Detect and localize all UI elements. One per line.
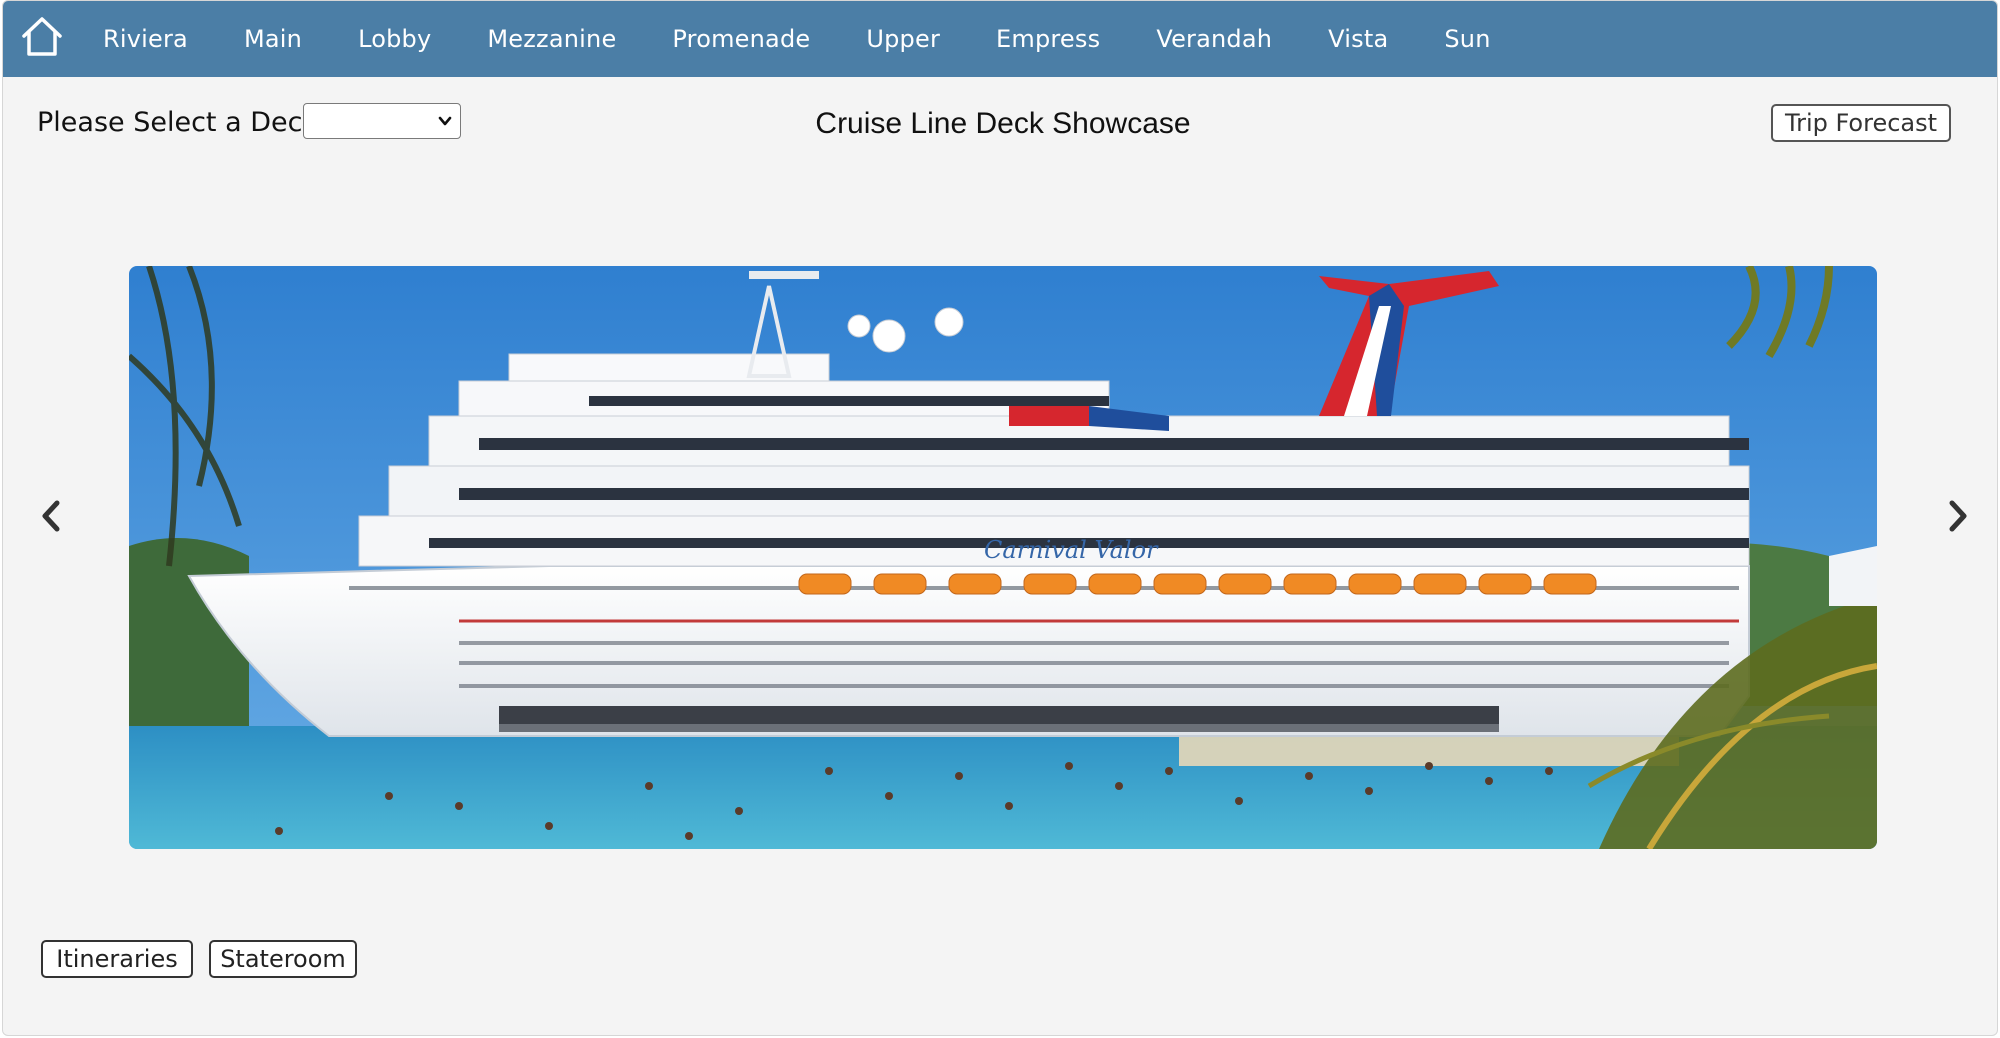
nav-item-verandah[interactable]: Verandah xyxy=(1156,25,1272,53)
chevron-down-icon xyxy=(438,116,452,126)
chevron-right-icon[interactable] xyxy=(1938,491,1978,541)
nav-item-empress[interactable]: Empress xyxy=(996,25,1100,53)
nav-item-mezzanine[interactable]: Mezzanine xyxy=(487,25,616,53)
deck-select-dropdown[interactable] xyxy=(303,103,461,139)
nav-item-promenade[interactable]: Promenade xyxy=(672,25,810,53)
nav-item-lobby[interactable]: Lobby xyxy=(358,25,431,53)
deck-nav-list: Riviera Main Lobby Mezzanine Promenade U… xyxy=(103,1,1547,77)
nav-item-upper[interactable]: Upper xyxy=(866,25,940,53)
nav-item-riviera[interactable]: Riviera xyxy=(103,25,188,53)
chevron-left-icon[interactable] xyxy=(31,491,71,541)
trip-forecast-button[interactable]: Trip Forecast xyxy=(1771,104,1951,142)
page-title: Cruise Line Deck Showcase xyxy=(815,107,1191,140)
deck-select-label: Please Select a Deck xyxy=(37,107,319,138)
ship-name-text: Carnival Valor xyxy=(984,536,1159,564)
home-icon[interactable] xyxy=(19,14,65,60)
nav-item-sun[interactable]: Sun xyxy=(1444,25,1490,53)
top-navigation-bar: Riviera Main Lobby Mezzanine Promenade U… xyxy=(3,1,1997,77)
app-window: Riviera Main Lobby Mezzanine Promenade U… xyxy=(2,0,1998,1036)
nav-item-main[interactable]: Main xyxy=(244,25,302,53)
nav-item-vista[interactable]: Vista xyxy=(1328,25,1388,53)
ship-photo: Carnival Valor xyxy=(129,266,1877,849)
itineraries-button[interactable]: Itineraries xyxy=(41,940,193,978)
stateroom-button[interactable]: Stateroom xyxy=(209,940,357,978)
